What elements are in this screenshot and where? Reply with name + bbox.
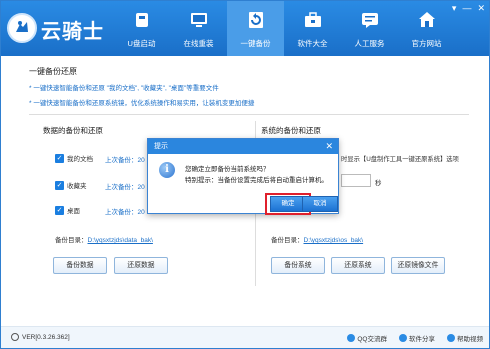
tip-line: * 一键快速智能备份和还原系统镜，优化系统操作和易实用，让装机变更加便捷	[29, 100, 255, 107]
cancel-button[interactable]: 取消	[302, 196, 338, 212]
backup-icon	[249, 12, 263, 28]
checkbox-favorites[interactable]: ✓ 收藏夹	[55, 180, 87, 190]
dialog-title-bar: 提示 ✕	[148, 139, 338, 154]
nav-official-site[interactable]: 官方网站	[398, 1, 455, 56]
nav-label: 官方网站	[411, 39, 442, 48]
data-backup-dir-link[interactable]: D:\yqsxtzjds\data_bak\	[88, 237, 153, 244]
nav-software[interactable]: 软件大全	[284, 1, 341, 56]
divider	[29, 114, 469, 115]
version-icon	[11, 333, 19, 341]
dir-label: 备份目录：	[55, 237, 88, 244]
share-link[interactable]: 软件分享	[399, 333, 435, 343]
last-backup-time: 上次备份：20	[105, 184, 145, 191]
restore-image-button[interactable]: 还原镜像文件	[391, 257, 445, 274]
minimize-icon[interactable]: —	[462, 4, 471, 13]
checkbox-label: 我的文档	[67, 156, 93, 163]
system-option-note: 时显示【U盘制作工具一键还原系统】选项	[341, 156, 459, 163]
backup-system-button[interactable]: 备份系统	[271, 257, 325, 274]
menu-icon[interactable]: ▾	[452, 4, 457, 13]
app-brand: 云骑士	[41, 21, 104, 43]
checkbox-desktop[interactable]: ✓ 桌面	[55, 205, 80, 215]
checkbox-checked-icon: ✓	[55, 205, 64, 215]
confirm-dialog: 提示 ✕ i 您确定立即备份当前系统吗？ 特别提示：当备份设置完成后将自动重启计…	[147, 138, 339, 215]
timeout-unit: 秒	[375, 180, 382, 187]
main-nav: U盘启动 在线重装 一键备份 软件大全 人工服务 官方网站	[113, 1, 455, 56]
help-icon	[447, 334, 455, 342]
home-icon	[419, 12, 435, 27]
footer-links: QQ交流群 软件分享 帮助视频	[347, 333, 483, 343]
service-icon	[362, 13, 378, 28]
header-bar: 云骑士 U盘启动 在线重装 一键备份 软件大全 人工服务 官方网站 ▾ — ✕	[1, 1, 489, 56]
app-window: 云骑士 U盘启动 在线重装 一键备份 软件大全 人工服务 官方网站 ▾ — ✕ …	[0, 0, 490, 349]
system-backup-title: 系统的备份和还原	[261, 126, 321, 135]
software-icon	[305, 12, 321, 27]
system-backup-dir-link[interactable]: D:\yqsxtzjds\os_bak\	[304, 237, 364, 244]
qq-icon	[347, 334, 356, 342]
dialog-message: 您确定立即备份当前系统吗？	[185, 166, 270, 173]
tip-line: * 一键快速智能备份和还原 "我的文档", "收藏夹", "桌面"等重要文件	[29, 85, 219, 92]
usb-icon	[136, 13, 148, 27]
checkbox-checked-icon: ✓	[55, 153, 64, 163]
info-icon: i	[159, 162, 175, 178]
footer-bar: VER[0.3.26.362] QQ交流群 软件分享 帮助视频	[1, 326, 489, 348]
nav-label: 一键备份	[240, 39, 271, 48]
dialog-close-icon[interactable]: ✕	[325, 139, 333, 154]
logo-icon	[7, 13, 37, 43]
section-title: 一键备份还原	[29, 67, 77, 76]
checkbox-label: 桌面	[67, 208, 80, 215]
help-video-link[interactable]: 帮助视频	[447, 333, 483, 343]
dir-label: 备份目录：	[271, 237, 304, 244]
system-backup-dir: 备份目录：D:\yqsxtzjds\os_bak\	[271, 234, 363, 244]
version-info: VER[0.3.26.362]	[11, 333, 70, 341]
restore-system-button[interactable]: 还原系统	[331, 257, 385, 274]
timeout-input[interactable]	[341, 174, 371, 187]
nav-label: 人工服务	[354, 39, 385, 48]
window-controls: ▾ — ✕	[452, 4, 485, 13]
last-backup-time: 上次备份：20	[105, 209, 145, 216]
data-backup-dir: 备份目录：D:\yqsxtzjds\data_bak\	[55, 234, 153, 244]
backup-data-button[interactable]: 备份数据	[53, 257, 107, 274]
share-icon	[399, 334, 407, 342]
dialog-note: 特别提示：当备份设置完成后将自动重启计算机。	[185, 177, 328, 184]
dialog-title: 提示	[154, 143, 168, 150]
checkbox-checked-icon: ✓	[55, 180, 64, 190]
nav-manual-service[interactable]: 人工服务	[341, 1, 398, 56]
nav-label: U盘启动	[127, 39, 156, 48]
nav-usb-boot[interactable]: U盘启动	[113, 1, 170, 56]
close-icon[interactable]: ✕	[477, 4, 485, 13]
nav-online-reinstall[interactable]: 在线重装	[170, 1, 227, 56]
checkbox-label: 收藏夹	[67, 183, 87, 190]
checkbox-my-documents[interactable]: ✓ 我的文档	[55, 153, 93, 163]
qq-group-link[interactable]: QQ交流群	[347, 333, 387, 343]
nav-label: 软件大全	[297, 39, 328, 48]
monitor-icon	[191, 13, 207, 27]
last-backup-time: 上次备份：20	[105, 157, 145, 164]
version-text: VER[0.3.26.362]	[22, 333, 70, 341]
confirm-button[interactable]: 确定	[270, 196, 306, 212]
restore-data-button[interactable]: 还原数据	[114, 257, 168, 274]
nav-label: 在线重装	[183, 39, 214, 48]
data-backup-title: 数据的备份和还原	[43, 126, 103, 135]
nav-one-click-backup[interactable]: 一键备份	[227, 1, 284, 56]
